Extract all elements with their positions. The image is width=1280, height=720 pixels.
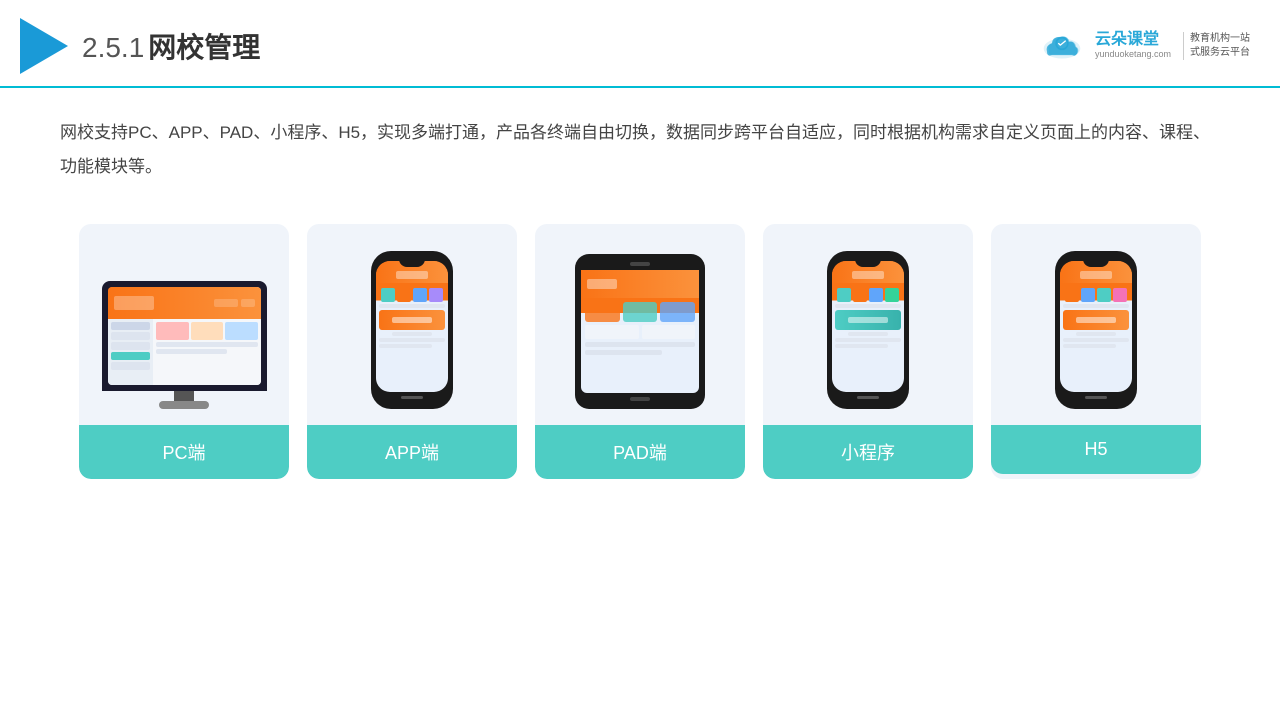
phone-screen-mini	[832, 261, 904, 392]
header-left: 2.5.1网校管理	[20, 18, 260, 74]
card-h5-label: H5	[991, 425, 1201, 474]
card-app: APP端	[307, 224, 517, 479]
card-h5: H5	[991, 224, 1201, 479]
device-cards: PC端	[0, 194, 1280, 499]
card-miniprogram-label: 小程序	[763, 425, 973, 479]
card-app-label: APP端	[307, 425, 517, 479]
phone-notch-h5	[1083, 259, 1109, 267]
card-pc-label: PC端	[79, 425, 289, 479]
page-description: 网校支持PC、APP、PAD、小程序、H5，实现多端打通，产品各终端自由切换，数…	[0, 88, 1280, 184]
monitor-frame	[102, 281, 267, 391]
card-miniprogram: 小程序	[763, 224, 973, 479]
phone-notch-mini	[855, 259, 881, 267]
pc-device-area	[89, 244, 279, 409]
tablet-btn-bottom	[630, 397, 650, 401]
brand-info: 云朵课堂 yunduoketang.com	[1095, 32, 1171, 61]
section-number: 2.5.1	[82, 32, 144, 63]
card-pad: PAD端	[535, 224, 745, 479]
cloud-icon	[1037, 28, 1087, 64]
phone-home-btn-h5	[1085, 396, 1107, 399]
monitor-base	[159, 401, 209, 409]
monitor-stand	[174, 391, 194, 401]
section-title: 网校管理	[148, 32, 260, 63]
page-header: 2.5.1网校管理 云朵课堂 yunduoketang.com 教育机构一站 式…	[0, 0, 1280, 88]
pc-monitor	[102, 281, 267, 409]
phone-frame-app	[371, 251, 453, 409]
tablet-frame	[575, 254, 705, 409]
card-pad-label: PAD端	[535, 425, 745, 479]
h5-device-area	[1001, 244, 1191, 409]
card-pc: PC端	[79, 224, 289, 479]
phone-notch	[399, 259, 425, 267]
logo-triangle-icon	[20, 18, 68, 74]
phone-screen-h5	[1060, 261, 1132, 392]
brand-slogan: 教育机构一站 式服务云平台	[1183, 32, 1250, 60]
tablet-btn-top	[630, 262, 650, 266]
phone-home-btn	[401, 396, 423, 399]
brand-url: yunduoketang.com	[1095, 48, 1171, 61]
phone-home-btn-mini	[857, 396, 879, 399]
monitor-screen	[108, 287, 261, 385]
mini-device-area	[773, 244, 963, 409]
app-device-area	[317, 244, 507, 409]
pad-device-area	[545, 244, 735, 409]
phone-frame-h5	[1055, 251, 1137, 409]
brand-logo: 云朵课堂 yunduoketang.com 教育机构一站 式服务云平台	[1037, 28, 1250, 64]
tablet-screen	[581, 270, 699, 393]
phone-frame-mini	[827, 251, 909, 409]
page-title: 2.5.1网校管理	[82, 26, 260, 66]
phone-screen-app	[376, 261, 448, 392]
brand-name: 云朵课堂	[1095, 32, 1171, 48]
